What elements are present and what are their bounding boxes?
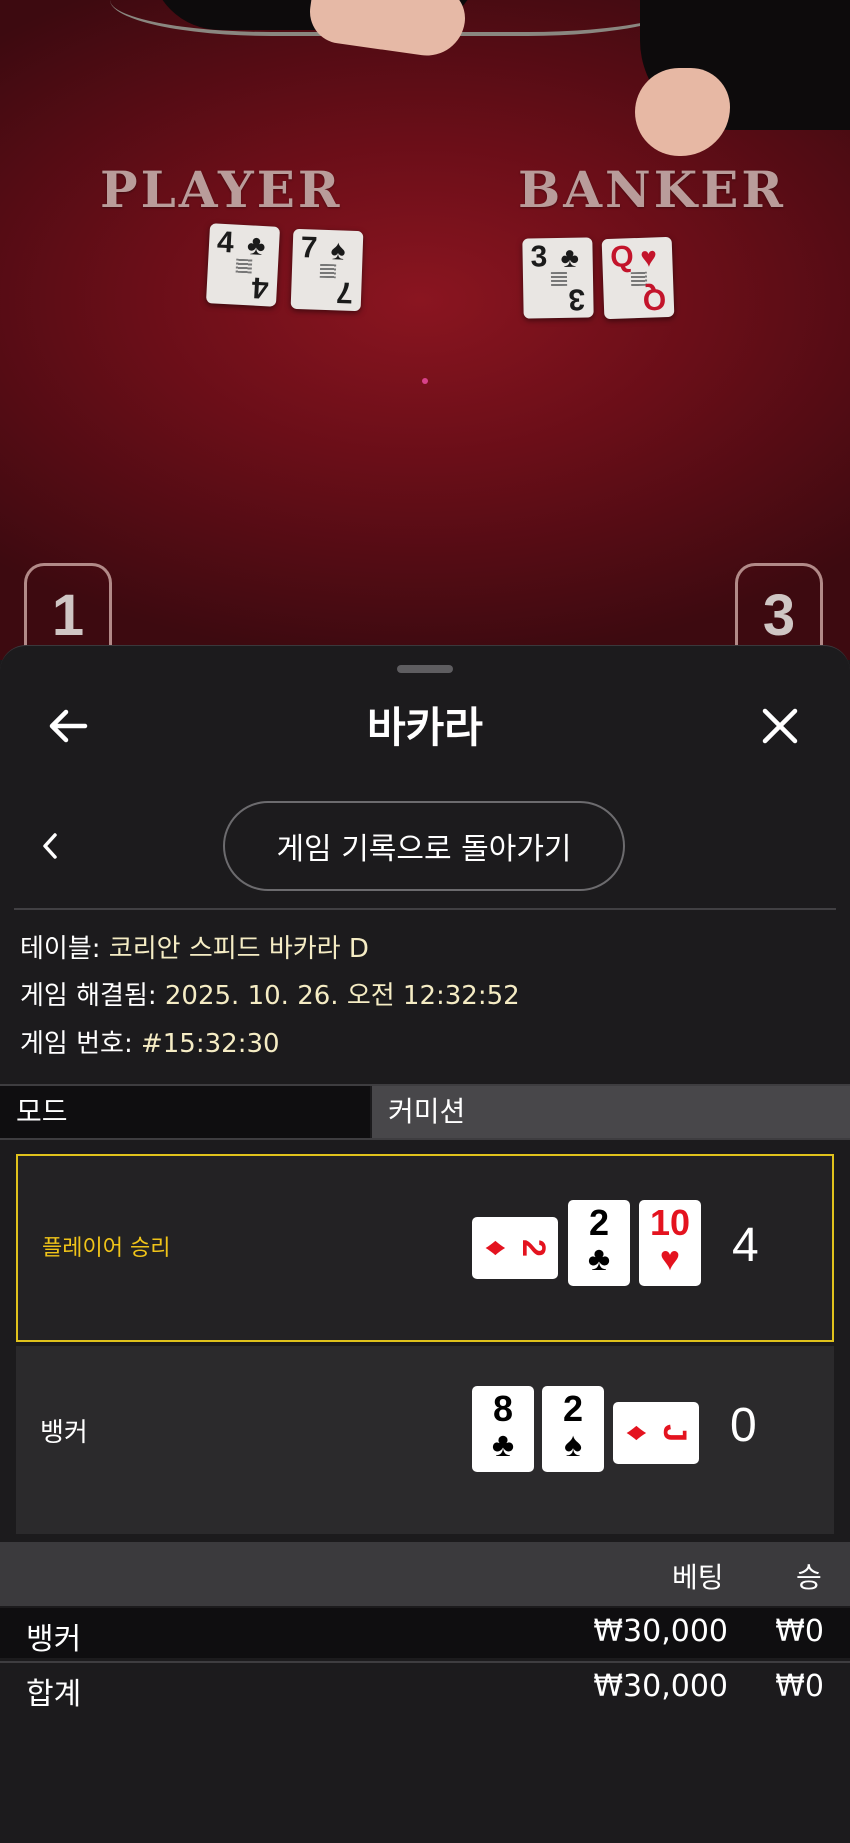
- banker-result-box: 뱅커 8 ♣ 2 ♠ J ♦ 0: [16, 1346, 834, 1534]
- player-score: 4: [732, 1219, 759, 1272]
- table-info: 테이블: 코리안 스피드 바카라 D: [20, 934, 369, 964]
- game-detail-sheet: 바카라 게임 기록으로 돌아가기 테이블: 코리안 스피드 바카라 D 게임 해…: [0, 645, 850, 1843]
- mode-value: 커미션: [372, 1086, 850, 1138]
- table-row-total: 합계 ₩30,000 ₩0: [0, 1661, 850, 1713]
- table-card: 4 ♣ 4: [205, 223, 281, 307]
- resolved-time-info: 게임 해결됨: 2025. 10. 26. 오전 12:32:52: [20, 981, 520, 1011]
- divider: [14, 908, 836, 910]
- game-number-info: 게임 번호: #15:32:30: [20, 1029, 280, 1059]
- mode-row: 모드 커미션: [0, 1084, 850, 1140]
- back-to-history-button[interactable]: 게임 기록으로 돌아가기: [223, 801, 625, 891]
- playing-card: J ♦: [613, 1402, 699, 1464]
- column-header-win: 승: [796, 1561, 822, 1594]
- table-card: Q ♥ Q: [601, 236, 675, 320]
- playing-card: 8 ♣: [472, 1386, 534, 1472]
- player-result-box: 플레이어 승리 2 ♦ 2 ♣ 10 ♥ 4: [16, 1154, 834, 1342]
- table-card: 3 ♣ 3: [522, 237, 594, 319]
- banker-table-label: BANKER: [518, 160, 786, 219]
- player-table-label: PLAYER: [100, 160, 343, 219]
- mode-label: 모드: [0, 1086, 370, 1138]
- close-icon[interactable]: [750, 696, 810, 756]
- page-title: 바카라: [367, 703, 483, 752]
- bets-table-header: 베팅 승: [0, 1542, 850, 1606]
- live-video-feed: PLAYER BANKER 4 ♣ 4 7 ♠ 7 3 ♣ 3 Q ♥ Q 1 3: [0, 0, 850, 660]
- playing-card: 2 ♣: [568, 1200, 630, 1286]
- playing-card: 10 ♥: [639, 1200, 701, 1286]
- chevron-left-icon[interactable]: [30, 826, 70, 866]
- playing-card: 2 ♦: [472, 1217, 558, 1279]
- sheet-drag-handle[interactable]: [397, 665, 453, 673]
- column-header-bet: 베팅: [672, 1561, 724, 1594]
- dealer-hand: [305, 0, 470, 61]
- result-label: 플레이어 승리: [42, 1236, 171, 1261]
- dealer-hand: [635, 68, 730, 156]
- table-row: 뱅커 ₩30,000 ₩0: [0, 1608, 850, 1658]
- table-card: 7 ♠ 7: [290, 228, 364, 312]
- table-marker-dot: [422, 378, 428, 384]
- playing-card: 2 ♠: [542, 1386, 604, 1472]
- banker-score: 0: [730, 1399, 757, 1452]
- result-label: 뱅커: [40, 1418, 88, 1448]
